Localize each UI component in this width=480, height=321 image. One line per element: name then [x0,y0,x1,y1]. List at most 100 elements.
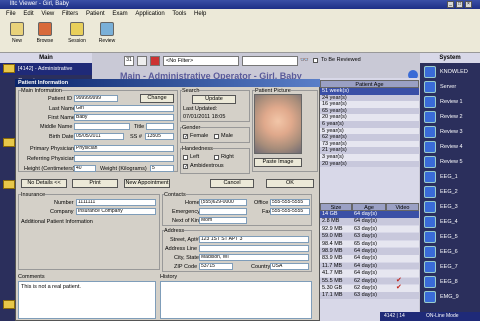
street-field[interactable]: 123 1ST ST APT 3 [199,236,309,243]
system-item[interactable]: EEG_4 [424,215,480,229]
comments-textarea[interactable]: This is not a real patient. [18,281,156,319]
history-textarea[interactable] [160,281,312,319]
system-item[interactable]: EMG_9 [424,290,480,304]
study-row[interactable]: 2.8 MB 64 day(s) [320,218,419,225]
system-item[interactable]: Review 2 [424,110,480,124]
zip-field[interactable]: 53715 [199,263,233,270]
update-button[interactable]: Update [192,95,236,104]
system-item[interactable]: Server [424,80,480,94]
patient-age-row[interactable]: 51 week(s) [320,88,419,95]
change-button[interactable]: Change [140,94,174,103]
height-field[interactable]: 40 [74,165,96,172]
study-row[interactable]: 14 GB 64 day(s) [320,211,419,218]
review-button[interactable]: Review [94,22,120,44]
age-column-header[interactable]: Age [352,203,386,211]
patient-age-row[interactable]: 5 year(s) [320,127,419,135]
menu-tools[interactable]: Tools [172,11,186,17]
patient-age-row[interactable]: 65 year(s) [320,107,419,115]
study-row[interactable]: 41.7 MB 64 day(s) [320,270,419,277]
binoculars-icon[interactable]: 👓 [300,56,310,66]
study-row[interactable]: 55.5 MB 62 day(s) ✔ [320,277,419,285]
next-of-kin-field[interactable]: Mom [199,217,247,224]
system-item[interactable]: Review 1 [424,95,480,109]
menu-filters[interactable]: Filters [62,11,78,17]
system-item[interactable]: EEG_3 [424,200,480,214]
menu-help[interactable]: Help [194,11,206,17]
study-row[interactable]: 83.9 MB 64 day(s) [320,255,419,262]
patient-age-row[interactable]: 6 year(s) [320,121,419,128]
menu-view[interactable]: View [41,11,54,17]
new-button[interactable]: New [4,22,30,44]
title-field[interactable] [146,123,174,130]
ok-button[interactable]: OK [266,179,314,188]
print-button[interactable]: Print [72,179,118,188]
calendar-grid-icon[interactable] [137,56,147,66]
no-details-button[interactable]: No Details << [21,179,67,188]
study-row[interactable]: 11.7 MB 64 day(s) [320,262,419,270]
system-item[interactable]: EEG_7 [424,260,480,274]
female-checkbox[interactable]: ✓ [183,134,188,140]
browse-button[interactable]: Browse [32,22,58,44]
country-field[interactable]: USA [270,263,309,270]
home-phone-field[interactable]: (555)629-0000 [199,199,247,206]
study-row[interactable]: 17.1 MB 63 day(s) [320,292,419,299]
paste-image-button[interactable]: Paste Image [254,158,302,167]
calendar-icon[interactable]: 31 [124,56,134,66]
menu-file[interactable]: File [6,11,16,17]
maximize-button[interactable]: □ [456,1,463,8]
weight-field[interactable]: 5 [150,165,174,172]
primary-physician-select[interactable]: Physician [74,145,174,152]
cancel-button[interactable]: Cancel [210,179,254,188]
emergency-phone-field[interactable] [199,208,247,215]
new-appointment-button[interactable]: New Appointment [124,179,170,188]
system-item[interactable]: Review 4 [424,140,480,154]
close-button[interactable]: × [465,1,472,8]
session-button[interactable]: Session [64,22,90,44]
patient-age-row[interactable]: 73 year(s) [320,140,419,148]
system-item[interactable]: EEG_1 [424,170,480,184]
patient-id-field[interactable]: 999999999 [74,95,118,102]
insurance-number-field[interactable]: 1111111 [76,199,156,206]
ambidextrous-checkbox[interactable]: ✓ [183,164,188,170]
address-line-2-field[interactable] [199,245,309,252]
filter-select[interactable]: <No Filter> [163,56,239,66]
menu-application[interactable]: Application [135,11,164,17]
system-item[interactable]: Review 3 [424,125,480,139]
insurance-company-field[interactable]: Insurance Company [76,208,156,215]
referring-physician-select[interactable] [74,155,174,162]
study-row[interactable]: 5.30 GB 62 day(s) ✔ [320,284,419,292]
fax-field[interactable]: 555-555-5555 [270,208,310,215]
system-item[interactable]: EEG_2 [424,185,480,199]
male-checkbox[interactable] [214,134,219,139]
filter-icon[interactable] [150,56,160,66]
last-name-field[interactable]: Girl [74,105,174,112]
size-column-header[interactable]: Size [320,203,352,211]
patient-age-header[interactable]: Patient Age [320,80,419,88]
patient-age-row[interactable]: 20 year(s) [320,114,419,121]
system-item[interactable]: EEG_8 [424,275,480,289]
study-row[interactable]: 98.9 MB 64 day(s) [320,248,419,255]
system-item[interactable]: EEG_5 [424,230,480,244]
office-phone-field[interactable]: 555-555-5555 [270,199,310,206]
middle-name-field[interactable] [74,123,130,130]
birth-date-field[interactable]: 05/05/2011 [74,133,124,140]
right-checkbox[interactable] [214,155,219,160]
to-be-reviewed-checkbox[interactable] [313,58,318,63]
menu-edit[interactable]: Edit [23,11,33,17]
study-row[interactable]: 98.4 MB 65 day(s) [320,240,419,248]
patient-age-row[interactable]: 62 year(s) [320,134,419,141]
patient-age-row[interactable]: 3 year(s) [320,154,419,161]
minimize-button[interactable]: _ [447,1,454,8]
menu-patient[interactable]: Patient [86,11,105,17]
patient-age-row[interactable]: 16 year(s) [320,101,419,108]
left-checkbox[interactable] [183,155,188,160]
study-row[interactable]: 59.0 MB 63 day(s) [320,233,419,240]
search-input[interactable] [242,56,298,66]
system-item[interactable]: Review 5 [424,155,480,169]
ssn-field[interactable]: 13505 [145,133,174,140]
city-state-field[interactable]: Madison, WI [199,254,309,261]
first-name-field[interactable]: Baby [74,114,174,121]
patient-age-row[interactable]: 21 year(s) [320,147,419,154]
video-column-header[interactable]: Video [386,203,419,211]
menu-exam[interactable]: Exam [112,11,127,17]
